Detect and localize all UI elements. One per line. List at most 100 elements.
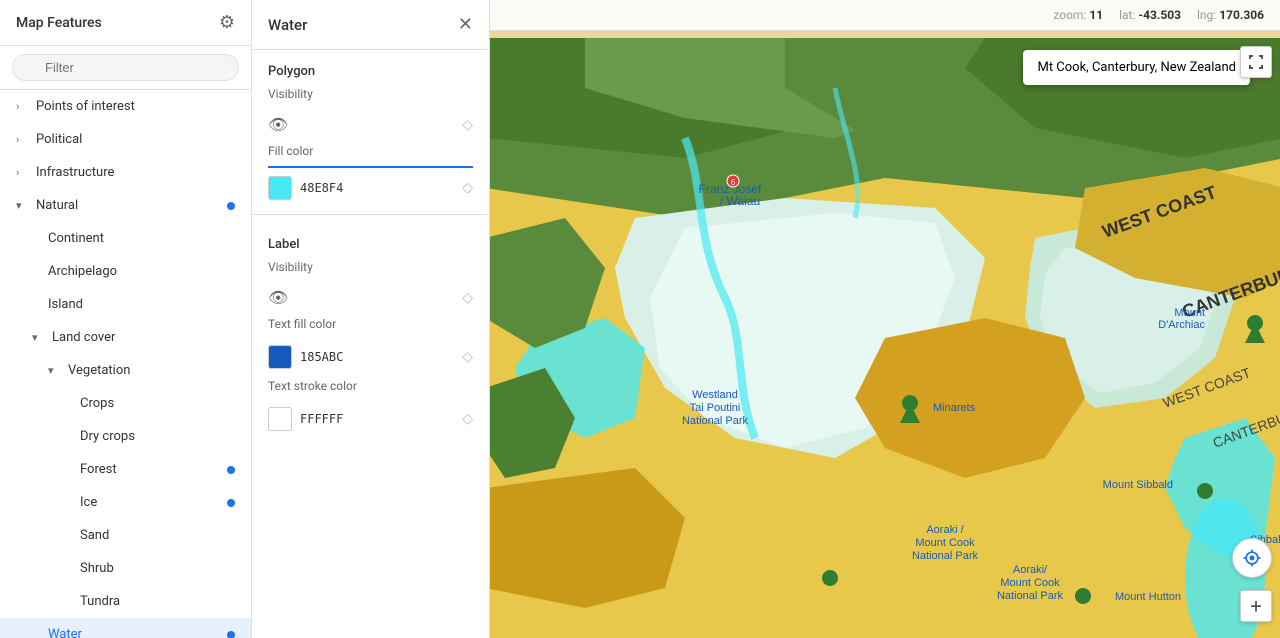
- svg-text:National Park: National Park: [912, 550, 979, 562]
- text-stroke-color-swatch[interactable]: [268, 407, 292, 431]
- fill-color-value: 48E8F4: [300, 181, 343, 195]
- lng-label: lng: 170.306: [1197, 8, 1264, 22]
- modified-dot: [227, 202, 235, 210]
- text-fill-color-value: 185ABC: [300, 350, 343, 364]
- modified-dot: [227, 499, 235, 507]
- svg-text:D'Archiac: D'Archiac: [1158, 319, 1205, 331]
- sidebar-item-label: Infrastructure: [36, 165, 235, 180]
- svg-text:Mount Cook: Mount Cook: [1000, 577, 1060, 589]
- text-stroke-color-label: Text stroke color: [252, 375, 489, 401]
- sidebar: Map Features ⚙ ☰ › Points of interest › Pol…: [0, 0, 252, 638]
- sidebar-item-infrastructure[interactable]: › Infrastructure: [0, 156, 251, 189]
- sidebar-item-sand[interactable]: Sand: [0, 519, 251, 552]
- zoom-label: zoom: 11: [1053, 8, 1103, 22]
- sidebar-item-land-cover[interactable]: ▾Land cover: [0, 321, 251, 354]
- sidebar-item-label: Sand: [80, 528, 235, 543]
- eye-icon-polygon[interactable]: 👁: [268, 115, 288, 134]
- sidebar-item-label: Archipelago: [48, 264, 235, 279]
- sidebar-item-crops[interactable]: Crops: [0, 387, 251, 420]
- modified-dot: [227, 466, 235, 474]
- fill-color-label: Fill color: [252, 140, 489, 166]
- arrow-icon: ›: [16, 133, 32, 146]
- sidebar-item-label: Natural: [36, 198, 227, 213]
- sidebar-item-archipelago[interactable]: Archipelago: [0, 255, 251, 288]
- gear-icon[interactable]: ⚙: [219, 12, 235, 33]
- sidebar-item-label: Dry crops: [80, 429, 235, 444]
- sidebar-item-natural[interactable]: ▾Natural: [0, 189, 251, 222]
- sidebar-item-points-of-interest[interactable]: › Points of interest: [0, 90, 251, 123]
- text-fill-color-swatch[interactable]: [268, 345, 292, 369]
- diamond-icon-label[interactable]: ◇: [462, 290, 473, 306]
- section-divider-1: [252, 214, 489, 215]
- sidebar-list: › Points of interest › Political › Infrastruc…: [0, 90, 251, 638]
- arrow-icon: ▾: [32, 331, 48, 344]
- diamond-icon-fill[interactable]: ◇: [462, 180, 473, 196]
- arrow-icon: ›: [16, 100, 32, 113]
- modified-dot: [227, 631, 235, 638]
- sidebar-item-label: Forest: [80, 462, 227, 477]
- diamond-icon-polygon[interactable]: ◇: [462, 117, 473, 133]
- polygon-visibility-row: 👁 ◇: [252, 109, 489, 140]
- svg-text:/ Waiau: / Waiau: [720, 194, 760, 208]
- fill-color-swatch[interactable]: [268, 176, 292, 200]
- fullscreen-button[interactable]: [1240, 46, 1272, 78]
- sidebar-item-label: Ice: [80, 495, 227, 510]
- panel-title: Water: [268, 16, 307, 34]
- sidebar-item-tundra[interactable]: Tundra: [0, 585, 251, 618]
- svg-text:National Park: National Park: [682, 415, 749, 427]
- sidebar-item-label: Political: [36, 132, 235, 147]
- sidebar-item-label: Island: [48, 297, 235, 312]
- feature-panel: Water ✕ Polygon Visibility 👁 ◇ Fill colo…: [252, 0, 490, 638]
- sidebar-item-label: Points of interest: [36, 99, 235, 114]
- polygon-section-label: Polygon: [252, 50, 489, 83]
- text-stroke-color-value: FFFFFF: [300, 412, 343, 426]
- sidebar-item-ice[interactable]: Ice: [0, 486, 251, 519]
- map-svg: WEST COAST CANTERBURY WEST COAST CANTERB…: [490, 38, 1280, 638]
- visibility-label-label: Visibility: [252, 256, 489, 282]
- visibility-label-polygon: Visibility: [252, 83, 489, 109]
- svg-text:Mount: Mount: [1174, 307, 1205, 319]
- map-tooltip: Mt Cook, Canterbury, New Zealand: [1023, 50, 1250, 85]
- sidebar-item-island[interactable]: Island: [0, 288, 251, 321]
- arrow-icon: ›: [16, 166, 32, 179]
- sidebar-item-vegetation[interactable]: ▾ Vegetation: [0, 354, 251, 387]
- panel-header: Water ✕: [252, 0, 489, 50]
- zoom-plus-button[interactable]: +: [1240, 590, 1272, 622]
- svg-text:Aoraki/: Aoraki/: [1013, 564, 1048, 576]
- map-area[interactable]: zoom: 11 lat: -43.503 lng: 170.306 Mt Co…: [490, 0, 1280, 638]
- lat-label: lat: -43.503: [1119, 8, 1181, 22]
- filter-input[interactable]: [12, 54, 239, 81]
- sidebar-item-shrub[interactable]: Shrub: [0, 552, 251, 585]
- fill-color-row: 48E8F4 ◇: [252, 170, 489, 206]
- fill-color-divider: [268, 166, 473, 168]
- eye-icon-label[interactable]: 👁: [268, 288, 288, 307]
- sidebar-item-label: Shrub: [80, 561, 235, 576]
- sidebar-header: Map Features ⚙: [0, 0, 251, 46]
- svg-text:Mount Hutton: Mount Hutton: [1115, 591, 1181, 603]
- close-icon[interactable]: ✕: [458, 14, 473, 35]
- text-stroke-color-row: FFFFFF ◇: [252, 401, 489, 437]
- svg-text:Mount Sibbald: Mount Sibbald: [1103, 479, 1173, 491]
- svg-text:Mount Cook: Mount Cook: [915, 537, 975, 549]
- sidebar-item-label: Vegetation: [68, 363, 235, 378]
- sidebar-item-label: Water: [48, 627, 227, 638]
- svg-text:National Park: National Park: [997, 590, 1064, 602]
- sidebar-item-label: Continent: [48, 231, 235, 246]
- svg-text:Aoraki /: Aoraki /: [926, 524, 964, 536]
- sidebar-title: Map Features: [16, 15, 102, 31]
- diamond-icon-text-stroke[interactable]: ◇: [462, 411, 473, 427]
- diamond-icon-text-fill[interactable]: ◇: [462, 349, 473, 365]
- text-fill-color-row: 185ABC ◇: [252, 339, 489, 375]
- sidebar-item-continent[interactable]: Continent: [0, 222, 251, 255]
- sidebar-filter-wrapper: ☰: [0, 46, 251, 90]
- sidebar-item-water[interactable]: Water: [0, 618, 251, 638]
- svg-text:Minarets: Minarets: [933, 402, 976, 414]
- sidebar-item-political[interactable]: › Political: [0, 123, 251, 156]
- sidebar-item-forest[interactable]: Forest: [0, 453, 251, 486]
- svg-text:Tai Poutini: Tai Poutini: [690, 402, 741, 414]
- svg-text:6: 6: [731, 178, 736, 187]
- location-button[interactable]: [1232, 538, 1272, 578]
- sidebar-item-dry-crops[interactable]: Dry crops: [0, 420, 251, 453]
- map-top-bar: zoom: 11 lat: -43.503 lng: 170.306: [490, 0, 1280, 31]
- arrow-icon: ▾: [48, 364, 64, 377]
